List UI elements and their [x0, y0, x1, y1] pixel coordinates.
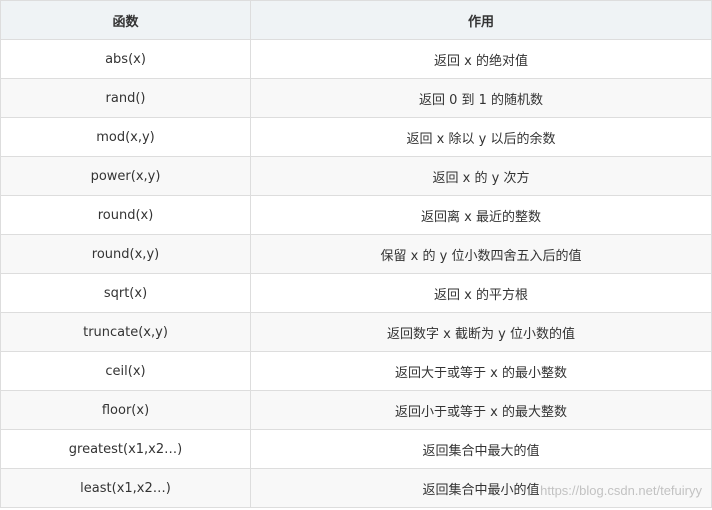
- purpose-cell: 返回大于或等于 x 的最小整数: [250, 351, 712, 391]
- purpose-cell: 返回 x 除以 y 以后的余数: [250, 117, 712, 157]
- table-row: rand() 返回 0 到 1 的随机数: [0, 78, 712, 118]
- table-row: ceil(x) 返回大于或等于 x 的最小整数: [0, 351, 712, 391]
- table-row: round(x) 返回离 x 最近的整数: [0, 195, 712, 235]
- function-cell: truncate(x,y): [0, 312, 251, 352]
- function-cell: greatest(x1,x2…): [0, 429, 251, 469]
- function-cell: power(x,y): [0, 156, 251, 196]
- table-row: floor(x) 返回小于或等于 x 的最大整数: [0, 390, 712, 430]
- purpose-cell: 返回 0 到 1 的随机数: [250, 78, 712, 118]
- function-cell: round(x): [0, 195, 251, 235]
- table-row: sqrt(x) 返回 x 的平方根: [0, 273, 712, 313]
- function-cell: ceil(x): [0, 351, 251, 391]
- function-cell: mod(x,y): [0, 117, 251, 157]
- table-row: mod(x,y) 返回 x 除以 y 以后的余数: [0, 117, 712, 157]
- purpose-cell: 保留 x 的 y 位小数四舍五入后的值: [250, 234, 712, 274]
- function-cell: rand(): [0, 78, 251, 118]
- function-cell: floor(x): [0, 390, 251, 430]
- header-purpose: 作用: [250, 0, 712, 40]
- table-row: truncate(x,y) 返回数字 x 截断为 y 位小数的值: [0, 312, 712, 352]
- purpose-cell: 返回 x 的平方根: [250, 273, 712, 313]
- header-function: 函数: [0, 0, 251, 40]
- table-header-row: 函数 作用: [0, 0, 712, 40]
- purpose-cell: 返回离 x 最近的整数: [250, 195, 712, 235]
- function-cell: sqrt(x): [0, 273, 251, 313]
- table-row: power(x,y) 返回 x 的 y 次方: [0, 156, 712, 196]
- table-row: abs(x) 返回 x 的绝对值: [0, 39, 712, 79]
- table-row: greatest(x1,x2…) 返回集合中最大的值: [0, 429, 712, 469]
- functions-table: 函数 作用 abs(x) 返回 x 的绝对值 rand() 返回 0 到 1 的…: [0, 0, 712, 508]
- function-cell: abs(x): [0, 39, 251, 79]
- purpose-cell: 返回集合中最大的值: [250, 429, 712, 469]
- purpose-cell: 返回小于或等于 x 的最大整数: [250, 390, 712, 430]
- purpose-cell: 返回 x 的 y 次方: [250, 156, 712, 196]
- watermark-url: https://blog.csdn.net/tefuiryy: [540, 483, 702, 498]
- purpose-cell: 返回 x 的绝对值: [250, 39, 712, 79]
- table-row: round(x,y) 保留 x 的 y 位小数四舍五入后的值: [0, 234, 712, 274]
- function-cell: least(x1,x2…): [0, 468, 251, 508]
- purpose-cell: 返回数字 x 截断为 y 位小数的值: [250, 312, 712, 352]
- function-cell: round(x,y): [0, 234, 251, 274]
